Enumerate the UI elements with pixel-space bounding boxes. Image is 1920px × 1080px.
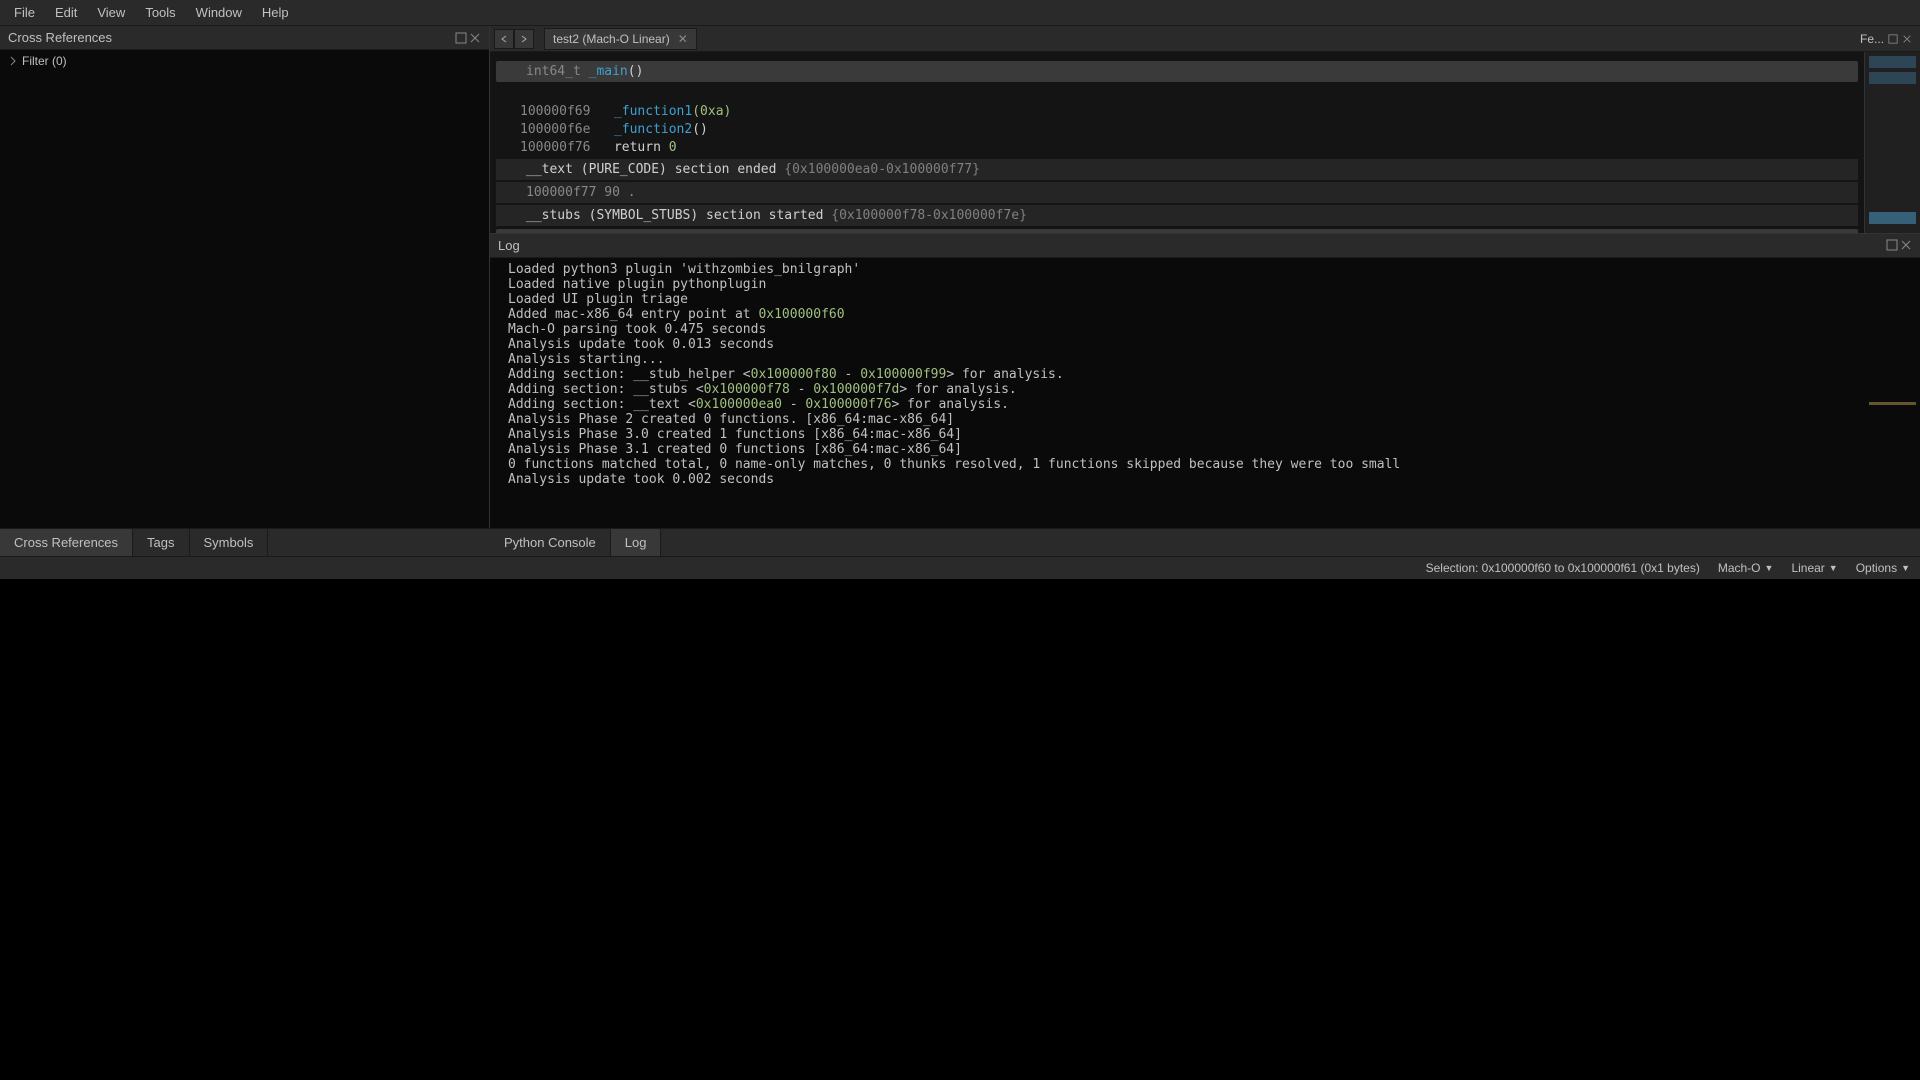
menu-window[interactable]: Window [186, 1, 252, 24]
function-header-main[interactable]: int64_t _main() [496, 61, 1858, 82]
popout-icon[interactable] [455, 32, 467, 44]
status-arch-dropdown[interactable]: Mach-O▼ [1718, 561, 1774, 575]
tab-label: test2 (Mach-O Linear) [553, 32, 670, 46]
chevron-right-icon [8, 56, 18, 66]
status-view-dropdown[interactable]: Linear▼ [1791, 561, 1837, 575]
code-line[interactable]: 100000f76 return 0 [490, 139, 1864, 157]
menu-view[interactable]: View [87, 1, 135, 24]
main-area: Cross References Filter (0) test2 (Mach-… [0, 26, 1920, 528]
tab-test2[interactable]: test2 (Mach-O Linear) ✕ [544, 28, 697, 50]
menu-file[interactable]: File [4, 1, 45, 24]
popout-icon[interactable] [1886, 239, 1898, 251]
hex-line[interactable]: 100000f77 90 . [496, 182, 1858, 203]
black-fill [0, 579, 1920, 1080]
menu-edit[interactable]: Edit [45, 1, 87, 24]
nav-back-button[interactable] [494, 29, 514, 49]
menu-help[interactable]: Help [252, 1, 299, 24]
function-header-printf[interactable]: int64_t _printf() [496, 229, 1858, 233]
section-line: __stubs (SYMBOL_STUBS) section started {… [496, 205, 1858, 226]
xrefs-panel: Cross References Filter (0) [0, 26, 490, 528]
log-header: Log [490, 234, 1920, 258]
log-panel: Log Loaded python3 plugin 'withzombies_b… [490, 233, 1920, 528]
status-options-dropdown[interactable]: Options▼ [1856, 561, 1910, 575]
code-line[interactable]: 100000f69 _function1(0xa) [490, 103, 1864, 121]
menubar: File Edit View Tools Window Help [0, 0, 1920, 26]
tabbar: test2 (Mach-O Linear) ✕ Fe... [490, 26, 1920, 52]
log-body[interactable]: Loaded python3 plugin 'withzombies_bnilg… [490, 258, 1920, 528]
btab-cross-references[interactable]: Cross References [0, 529, 133, 556]
btab-python-console[interactable]: Python Console [490, 529, 611, 556]
xrefs-title: Cross References [8, 30, 112, 45]
minimap[interactable] [1864, 52, 1920, 233]
popout-icon[interactable] [1888, 34, 1898, 44]
close-icon[interactable] [469, 32, 481, 44]
log-title: Log [498, 238, 520, 253]
filter-row[interactable]: Filter (0) [0, 50, 489, 72]
close-icon[interactable] [1902, 34, 1912, 44]
section-line: __text (PURE_CODE) section ended {0x1000… [496, 159, 1858, 180]
tab-close-icon[interactable]: ✕ [678, 32, 688, 46]
right-column: test2 (Mach-O Linear) ✕ Fe... int64_t _m… [490, 26, 1920, 528]
feature-panel-label[interactable]: Fe... [1852, 32, 1920, 46]
disassembly-editor[interactable]: int64_t _main() 100000f69 _function1(0xa… [490, 52, 1864, 233]
filter-label: Filter (0) [22, 54, 67, 68]
xrefs-header: Cross References [0, 26, 489, 50]
btab-tags[interactable]: Tags [133, 529, 189, 556]
xrefs-body [0, 72, 489, 528]
code-line[interactable]: 100000f6e _function2() [490, 121, 1864, 139]
status-selection: Selection: 0x100000f60 to 0x100000f61 (0… [1426, 561, 1700, 575]
bottom-tabs: Cross References Tags Symbols Python Con… [0, 528, 1920, 556]
nav-forward-button[interactable] [514, 29, 534, 49]
menu-tools[interactable]: Tools [135, 1, 185, 24]
btab-log[interactable]: Log [611, 529, 662, 556]
statusbar: Selection: 0x100000f60 to 0x100000f61 (0… [0, 556, 1920, 579]
btab-symbols[interactable]: Symbols [190, 529, 269, 556]
close-icon[interactable] [1900, 239, 1912, 251]
